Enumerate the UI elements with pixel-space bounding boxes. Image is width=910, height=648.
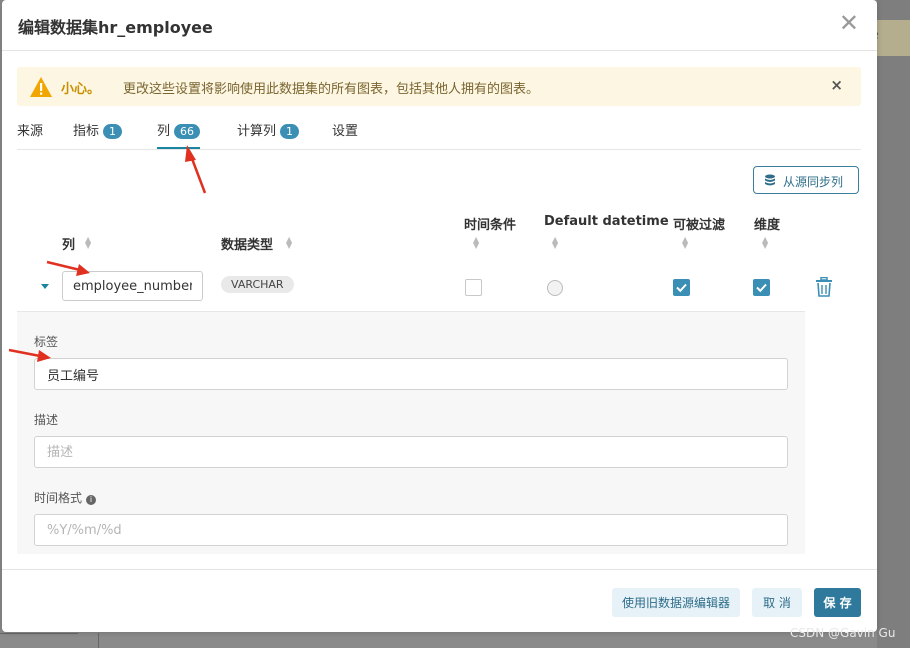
- sort-icon[interactable]: ▲ ▼: [85, 236, 91, 250]
- alert-close-icon[interactable]: ×: [830, 76, 843, 94]
- datetime-format-title: 时间格式 i: [34, 489, 97, 506]
- datetime-format-input[interactable]: [34, 514, 788, 546]
- dimension-checkbox[interactable]: [753, 279, 770, 296]
- description-input[interactable]: [34, 436, 788, 468]
- header-column[interactable]: 列: [62, 234, 75, 253]
- count-badge: 66: [174, 124, 201, 139]
- header-dimension[interactable]: 维度: [754, 214, 780, 233]
- checkmark-icon: [756, 283, 767, 293]
- description-field-title: 描述: [34, 413, 59, 427]
- tab-label: 指标: [73, 124, 100, 139]
- header-data-type[interactable]: 数据类型: [221, 234, 273, 253]
- header-default-datetime[interactable]: Default datetime: [544, 214, 669, 229]
- count-badge: 1: [280, 124, 300, 139]
- database-icon: [765, 174, 775, 186]
- sync-columns-label: 从源同步列: [783, 175, 844, 189]
- checkmark-icon: [676, 283, 687, 293]
- column-name-input[interactable]: [62, 271, 203, 301]
- tab-bar: 来源 指标 1 列 66 计算列 1 设置: [17, 116, 861, 150]
- default-datetime-radio[interactable]: [547, 280, 563, 296]
- header-is-temporal[interactable]: 时间条件: [464, 214, 516, 233]
- sort-icon[interactable]: ▲ ▼: [682, 236, 688, 250]
- label-input[interactable]: [34, 358, 788, 390]
- modal-header: 编辑数据集hr_employee ✕: [2, 0, 877, 51]
- is-temporal-checkbox[interactable]: [465, 279, 482, 296]
- alert-message: 更改这些设置将影响使用此数据集的所有图表，包括其他人拥有的图表。: [123, 82, 540, 97]
- tab-settings[interactable]: 设置: [332, 120, 358, 147]
- count-badge: 1: [103, 124, 123, 139]
- close-icon[interactable]: ✕: [839, 10, 859, 36]
- tab-columns[interactable]: 列 66: [157, 120, 201, 149]
- tab-label: 设置: [332, 124, 359, 139]
- tab-metrics[interactable]: 指标 1: [73, 120, 123, 147]
- modal-title: 编辑数据集hr_employee: [18, 18, 213, 37]
- tab-label: 计算列: [237, 124, 277, 139]
- header-filterable[interactable]: 可被过滤: [673, 214, 725, 233]
- sort-icon[interactable]: ▲ ▼: [762, 236, 768, 250]
- tab-label: 列: [157, 124, 171, 139]
- watermark: CSDN @Gavin Gu: [790, 626, 896, 640]
- data-type-tag: VARCHAR: [221, 276, 294, 293]
- sort-icon[interactable]: ▲ ▼: [473, 236, 479, 250]
- warning-icon: [30, 77, 52, 97]
- datetime-format-label: 时间格式: [34, 491, 83, 505]
- sort-icon[interactable]: ▲ ▼: [552, 236, 558, 250]
- legacy-editor-button[interactable]: 使用旧数据源编辑器: [612, 588, 740, 617]
- collapse-caret-icon[interactable]: [41, 284, 49, 289]
- tab-label: 来源: [17, 124, 44, 139]
- alert-title: 小心。: [61, 82, 101, 97]
- backdrop-divider: [0, 633, 78, 634]
- cancel-button[interactable]: 取 消: [752, 588, 802, 617]
- label-field-title: 标签: [34, 335, 59, 349]
- edit-dataset-modal: 编辑数据集hr_employee ✕ 小心。 更改这些设置将影响使用此数据集的所…: [2, 0, 877, 632]
- backdrop-banner: [877, 20, 910, 56]
- tab-calculated-columns[interactable]: 计算列 1: [237, 120, 300, 147]
- warning-alert: 小心。 更改这些设置将影响使用此数据集的所有图表，包括其他人拥有的图表。 ×: [17, 67, 861, 106]
- save-button[interactable]: 保 存: [814, 588, 861, 617]
- backdrop-divider-vertical: [98, 633, 99, 648]
- tab-source[interactable]: 来源: [17, 120, 43, 147]
- filterable-checkbox[interactable]: [673, 279, 690, 296]
- sort-icon[interactable]: ▲ ▼: [286, 236, 292, 250]
- backdrop-right: [877, 0, 910, 648]
- info-icon[interactable]: i: [86, 495, 97, 505]
- sync-columns-button[interactable]: 从源同步列: [753, 166, 859, 194]
- modal-footer: 使用旧数据源编辑器 取 消 保 存: [2, 569, 877, 633]
- trash-icon[interactable]: [815, 277, 833, 297]
- column-detail-panel: 标签 描述 时间格式i: [17, 311, 805, 554]
